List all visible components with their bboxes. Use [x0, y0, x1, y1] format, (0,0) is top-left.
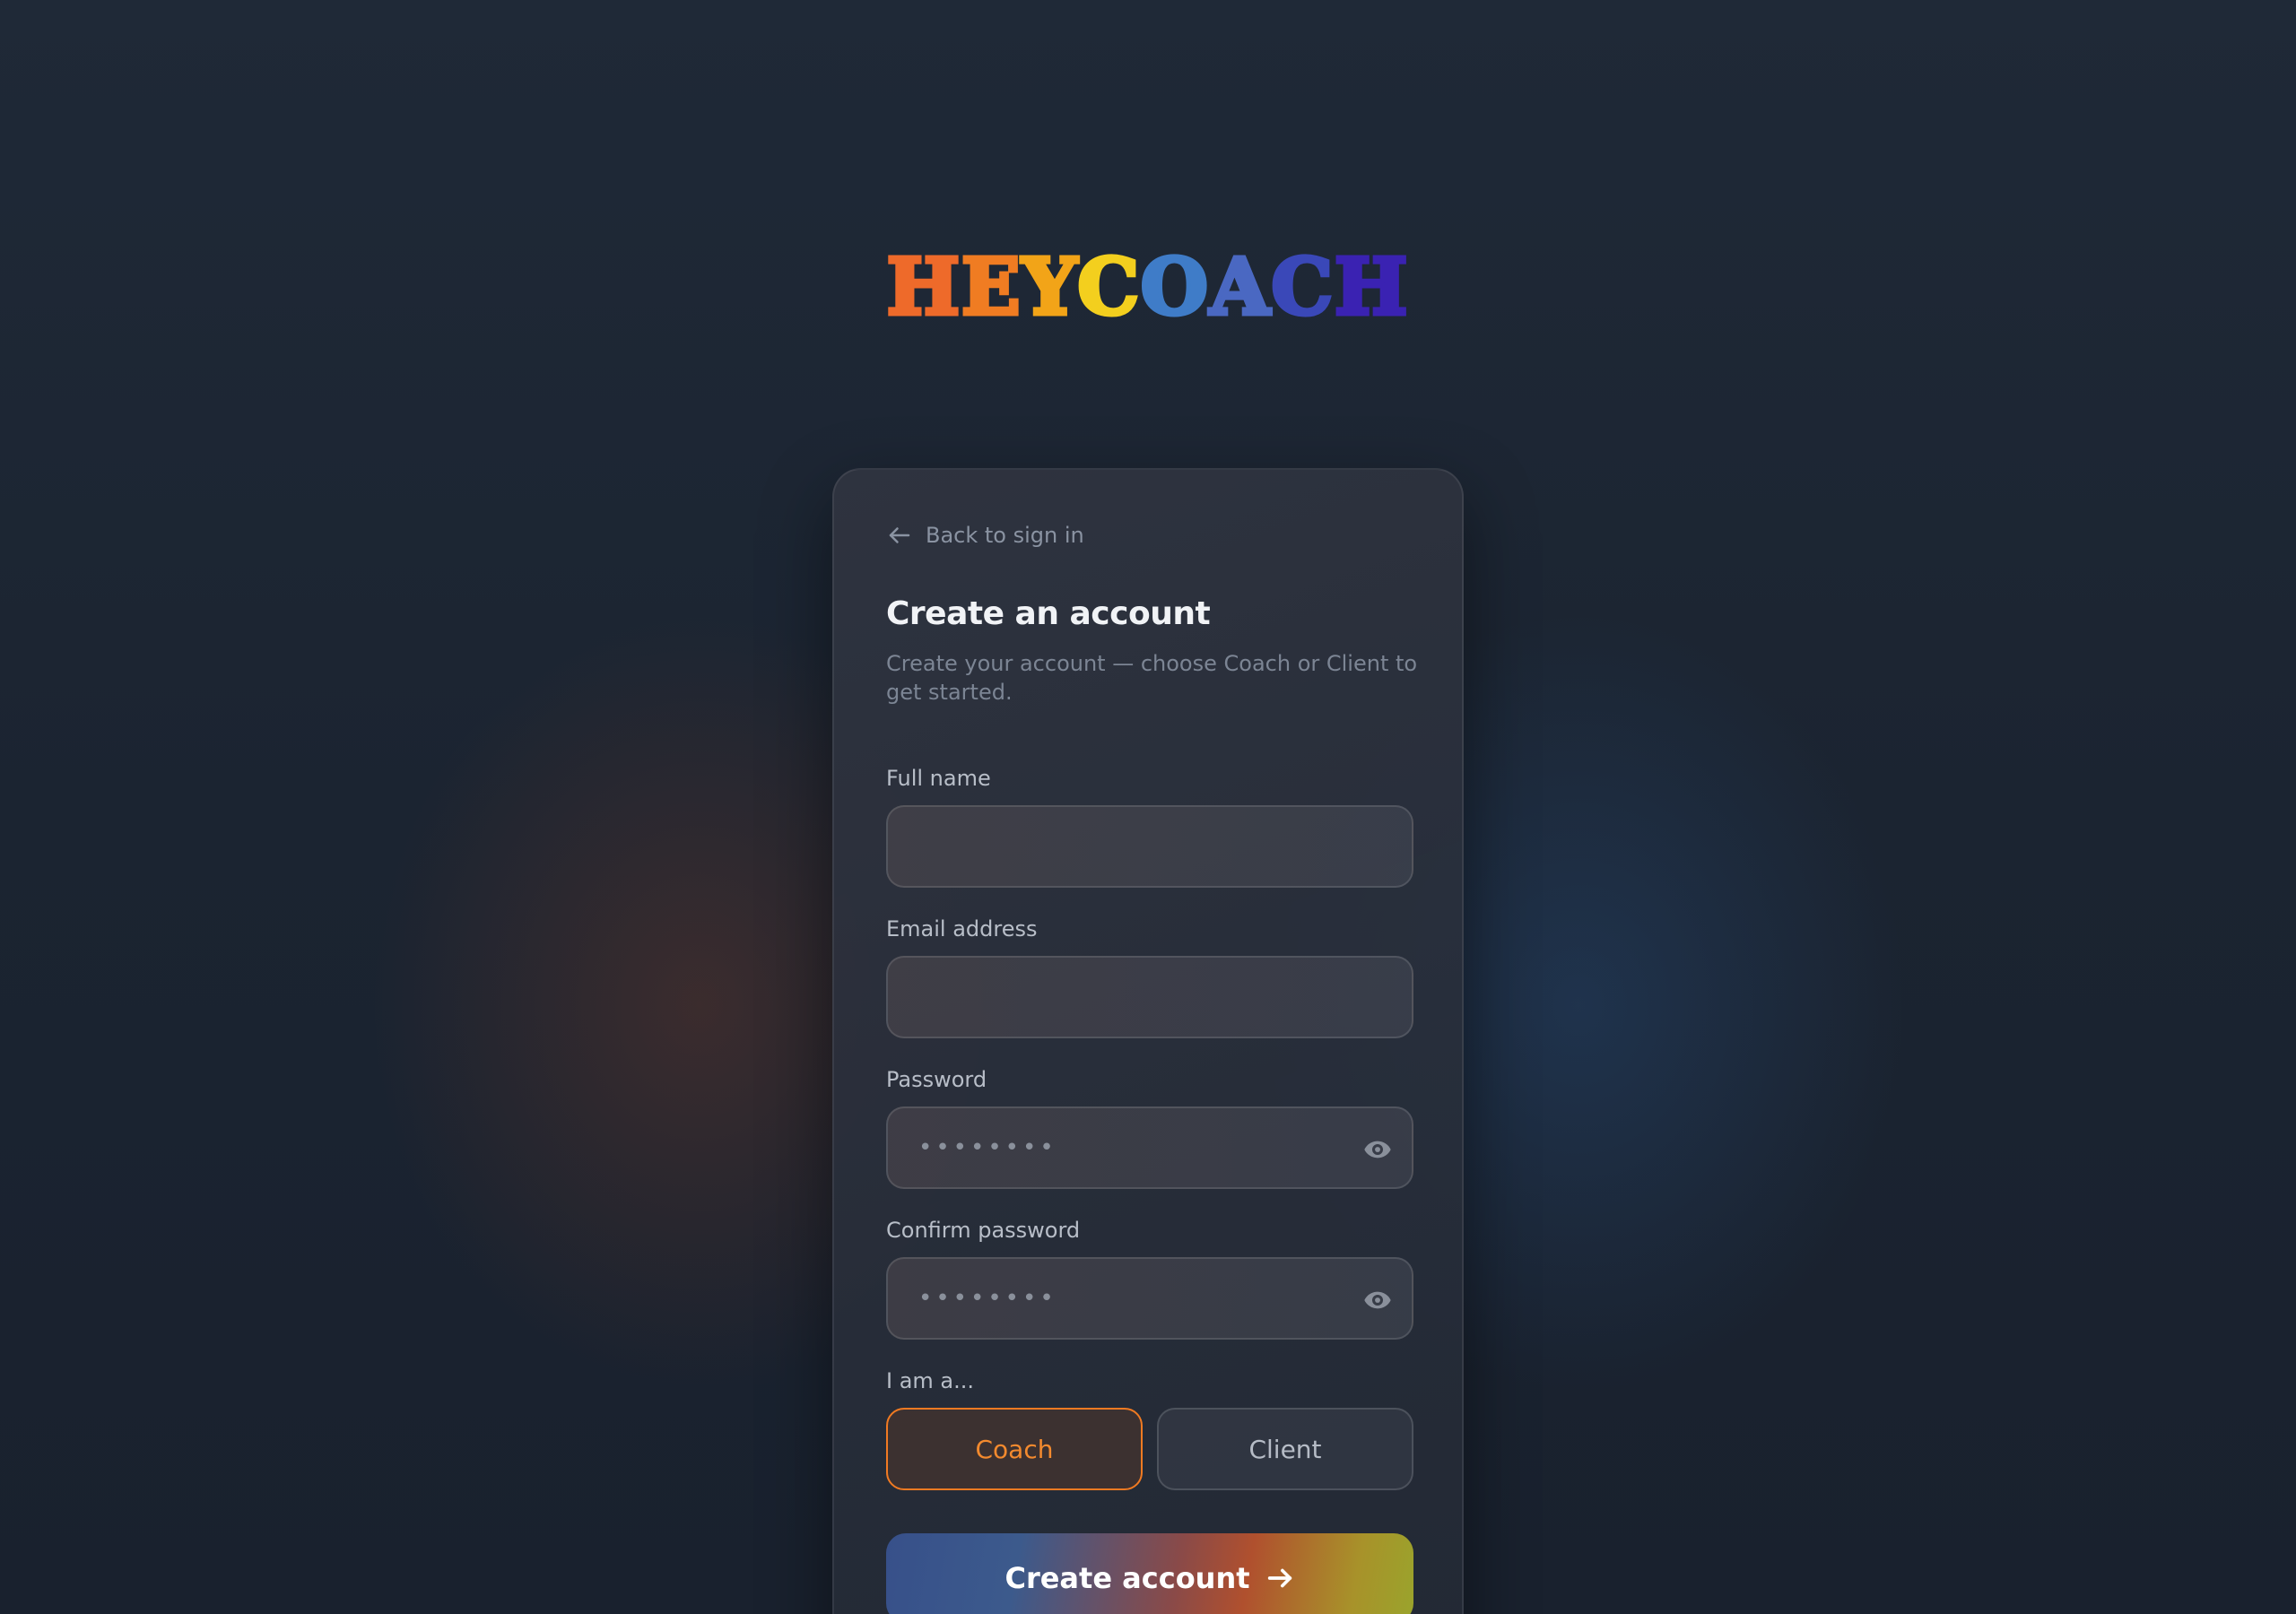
create-account-label: Create account: [1004, 1561, 1250, 1595]
password-label: Password: [886, 1067, 987, 1092]
full-name-field: [886, 805, 1413, 888]
logo-letter: A: [1207, 242, 1272, 333]
role-label: I am a...: [886, 1368, 975, 1393]
arrow-left-icon: [889, 527, 910, 543]
logo-letter: O: [1138, 242, 1210, 333]
full-name-input[interactable]: [888, 807, 1412, 886]
email-field: [886, 956, 1413, 1038]
logo-letter: H: [1332, 242, 1410, 333]
logo-letter: C: [1075, 242, 1141, 333]
role-coach-button[interactable]: Coach: [886, 1408, 1143, 1490]
email-input[interactable]: [888, 958, 1412, 1037]
password-input[interactable]: [888, 1108, 1412, 1187]
arrow-right-icon: [1267, 1568, 1292, 1588]
email-label: Email address: [886, 916, 1038, 941]
back-to-sign-in-link[interactable]: Back to sign in: [886, 522, 1084, 549]
confirm-password-label: Confirm password: [886, 1218, 1081, 1243]
page-subtitle: Create your account — choose Coach or Cl…: [886, 651, 1418, 705]
logo-letter: Y: [1020, 242, 1078, 333]
confirm-password-field: [886, 1257, 1413, 1340]
eye-icon[interactable]: [1363, 1135, 1392, 1164]
full-name-label: Full name: [886, 766, 991, 791]
confirm-password-input[interactable]: [888, 1259, 1412, 1338]
create-account-button[interactable]: Create account: [886, 1533, 1413, 1614]
logo-letter: C: [1269, 242, 1335, 333]
heycoach-logo: HEYCOACH: [0, 247, 2296, 328]
back-link-label: Back to sign in: [926, 523, 1084, 548]
eye-icon[interactable]: [1363, 1286, 1392, 1315]
signup-card: Back to sign in Create an account Create…: [832, 468, 1464, 1614]
logo-letter: E: [960, 242, 1023, 333]
role-client-button[interactable]: Client: [1157, 1408, 1413, 1490]
logo-letter: H: [884, 242, 961, 333]
page-title: Create an account: [886, 595, 1211, 632]
password-field: [886, 1106, 1413, 1189]
